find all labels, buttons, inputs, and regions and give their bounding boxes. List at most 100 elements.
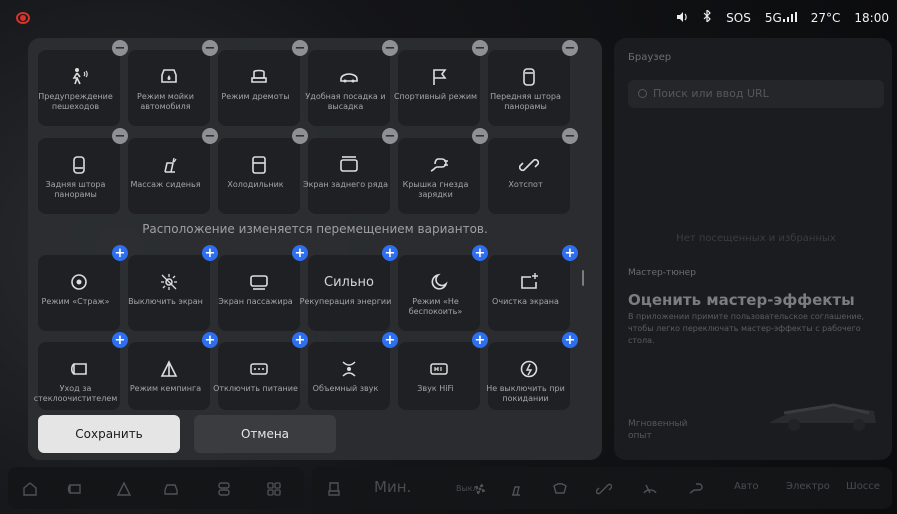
mode-auto[interactable]: Авто: [734, 481, 759, 492]
settings-dock-icon[interactable]: [216, 481, 232, 497]
tile-label: Рекуперация энергии: [299, 297, 392, 306]
remove-button[interactable]: −: [202, 40, 218, 56]
active-tile[interactable]: − Экран заднего ряда: [303, 128, 398, 214]
add-button[interactable]: +: [202, 332, 218, 348]
charge-port-icon: [428, 154, 450, 176]
add-button[interactable]: +: [382, 332, 398, 348]
fan-off-label[interactable]: Выкл: [456, 484, 478, 493]
tile-label: Очистка экрана: [492, 297, 559, 306]
available-tile[interactable]: + Объемный звук: [308, 332, 398, 410]
dock-climate: Мин. Выкл Авто Электро Шоссе: [312, 467, 892, 509]
apps-grid-icon[interactable]: [266, 481, 282, 497]
browser-title: Браузер: [628, 52, 672, 63]
instant-experience-label[interactable]: Мгновенный опыт: [628, 418, 688, 442]
add-button[interactable]: +: [472, 332, 488, 348]
available-tile[interactable]: + Режим «Страж»: [38, 245, 128, 331]
camping-dock-icon[interactable]: [116, 481, 132, 497]
remove-button[interactable]: −: [382, 40, 398, 56]
active-tile[interactable]: − Массаж сиденья: [128, 128, 218, 214]
background-right-panel: Браузер Поиск или ввод URL Нет посещенны…: [614, 38, 892, 460]
add-button[interactable]: +: [112, 332, 128, 348]
tuner-description: В приложении примите пользовательское со…: [628, 312, 865, 345]
active-tile[interactable]: − Крышка гнезда зарядки: [398, 128, 488, 214]
keep-on-icon: [518, 358, 540, 380]
wiper-dock-icon[interactable]: [66, 481, 82, 497]
tile-label: Звук HiFi: [417, 384, 454, 393]
network-indicator: 5G: [765, 11, 797, 25]
wiper-speed-icon[interactable]: [642, 481, 658, 497]
available-tile[interactable]: + Отключить питание: [213, 332, 308, 410]
available-tile[interactable]: + Очистка экрана: [488, 245, 578, 331]
add-button[interactable]: +: [112, 245, 128, 261]
available-tile[interactable]: + Сильно Рекуперация энергии: [300, 245, 398, 331]
car-wash-icon: [158, 66, 180, 88]
active-tile[interactable]: − Режим дремоты: [218, 40, 308, 126]
wiper-icon: [68, 358, 90, 380]
active-tile[interactable]: − Предупреждение пешеходов: [38, 40, 128, 126]
active-tile[interactable]: − Режим мойки автомобиля: [128, 40, 218, 126]
add-button[interactable]: +: [562, 245, 578, 261]
camping-icon: [158, 358, 180, 380]
tile-label: Экран заднего ряда: [303, 180, 388, 189]
available-tile[interactable]: + Экран пассажира: [218, 245, 308, 331]
dock-apps: [8, 467, 304, 509]
recording-icon[interactable]: [16, 12, 30, 24]
available-tile[interactable]: + Уход за стеклоочистителем: [34, 332, 128, 410]
available-tile[interactable]: + Выключить экран: [128, 245, 218, 331]
remove-button[interactable]: −: [562, 128, 578, 144]
remove-button[interactable]: −: [112, 40, 128, 56]
bluetooth-icon[interactable]: [703, 8, 712, 25]
signal-icon: [782, 11, 797, 22]
rearrange-hint: Расположение изменяется перемещением вар…: [142, 222, 488, 236]
scrollbar[interactable]: [582, 270, 584, 286]
active-tile[interactable]: − Хотспот: [488, 128, 578, 214]
remove-button[interactable]: −: [472, 128, 488, 144]
add-button[interactable]: +: [292, 332, 308, 348]
sos-label[interactable]: SOS: [726, 11, 751, 25]
available-tile[interactable]: + Режим «Не беспокоить»: [398, 245, 488, 331]
active-tile[interactable]: − Спортивный режим: [394, 40, 488, 126]
remove-button[interactable]: −: [292, 40, 308, 56]
active-tile[interactable]: − Передняя штора панорамы: [488, 40, 578, 126]
volume-icon[interactable]: [677, 11, 689, 25]
available-tile[interactable]: + Звук HiFi: [398, 332, 488, 410]
save-button[interactable]: Сохранить: [38, 415, 180, 453]
defrost-icon[interactable]: [552, 481, 568, 497]
browser-search-input[interactable]: Поиск или ввод URL: [628, 80, 884, 108]
cancel-button[interactable]: Отмена: [194, 415, 336, 453]
add-button[interactable]: +: [292, 245, 308, 261]
tile-label: Хотспот: [508, 180, 543, 189]
remove-button[interactable]: −: [472, 40, 488, 56]
remove-button[interactable]: −: [382, 128, 398, 144]
screen-off-icon: [158, 271, 180, 293]
active-tile[interactable]: − Холодильник: [218, 128, 308, 214]
car-dock-icon[interactable]: [163, 481, 179, 497]
mode-highway[interactable]: Шоссе: [846, 481, 880, 492]
add-button[interactable]: +: [472, 245, 488, 261]
home-icon[interactable]: [22, 481, 38, 497]
tile-label: Удобная посадка и высадка: [305, 92, 386, 111]
shortcut-editor-panel: − Предупреждение пешеходов − Режим мойки…: [28, 38, 602, 460]
remove-button[interactable]: −: [202, 128, 218, 144]
fan-level[interactable]: Мин.: [374, 478, 411, 496]
search-icon: [638, 89, 647, 98]
seat-dock-icon[interactable]: [326, 481, 342, 497]
remove-button[interactable]: −: [562, 40, 578, 56]
tile-label: Режим кемпинга: [129, 384, 202, 393]
available-tile[interactable]: + Режим кемпинга: [128, 332, 218, 410]
seat-heat-icon[interactable]: [508, 481, 524, 497]
remove-button[interactable]: −: [292, 128, 308, 144]
search-placeholder: Поиск или ввод URL: [653, 87, 769, 100]
hotspot-icon: [518, 154, 540, 176]
mode-electric[interactable]: Электро: [786, 481, 830, 492]
active-tile[interactable]: − Задняя штора панорамы: [38, 128, 128, 214]
add-button[interactable]: +: [562, 332, 578, 348]
charge-dock-icon[interactable]: [688, 481, 704, 497]
power-off-icon: [248, 358, 270, 380]
remove-button[interactable]: −: [112, 128, 128, 144]
hotspot-dock-icon[interactable]: [596, 481, 612, 497]
add-button[interactable]: +: [382, 245, 398, 261]
available-tile[interactable]: + Не выключить при покидании: [486, 332, 578, 410]
active-tile[interactable]: − Удобная посадка и высадка: [305, 40, 398, 126]
add-button[interactable]: +: [202, 245, 218, 261]
